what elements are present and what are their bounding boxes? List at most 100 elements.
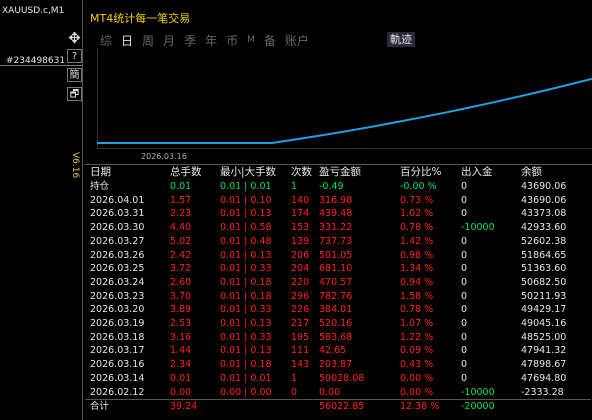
cell-count: 1 <box>291 372 298 384</box>
cell-flow: 0 <box>461 331 468 343</box>
cell-flow: 0 <box>461 263 468 275</box>
cell-minmax: 0.01 | 0.18 <box>220 290 272 302</box>
cell-balance: 42933.60 <box>521 222 567 234</box>
cell-minmax: 0.01 | 0.18 <box>220 276 272 288</box>
table-row: 2026.03.26 2.42 0.01 | 0.13 206 501.05 0.98 %… <box>85 249 591 263</box>
cell-count: 206 <box>291 249 310 261</box>
cell-count: 143 <box>291 359 310 371</box>
tab-5[interactable]: 年 <box>205 32 217 49</box>
cell-lots: 0.01 <box>170 372 192 384</box>
total-label: 合计 <box>85 399 170 415</box>
cell-flow: 0 <box>461 208 468 220</box>
cell-flow: 0 <box>461 276 468 288</box>
window-restore-icon[interactable]: 🗗 <box>67 87 82 101</box>
cell-date: 2026.03.30 <box>90 222 145 234</box>
cell-pct: 0.73 % <box>400 194 434 206</box>
tab-7[interactable]: M <box>247 32 255 49</box>
table-row: 2026.03.18 3.16 0.01 | 0.33 195 583.68 1.22 %… <box>85 331 591 345</box>
cell-pct: 0.43 % <box>400 359 434 371</box>
cell-minmax: 0.01 | 0.33 <box>220 263 272 275</box>
cell-date: 2026.03.16 <box>90 359 145 371</box>
cell-pnl: 316.98 <box>319 194 353 206</box>
tab-9[interactable]: 账户 <box>285 32 309 49</box>
position-count: 1 <box>291 181 298 192</box>
position-row: 持仓 0.01 0.01 | 0.01 1 -0.49 -0.00 % 0 43… <box>85 180 591 194</box>
daily-stats-table: 日期 总手数 最小|大手数 次数 盈亏金额 百分比% 出入金 余额 持仓 0.0… <box>85 165 591 415</box>
help-icon[interactable]: ? <box>67 49 82 63</box>
table-row: 2026.03.31 2.23 0.01 | 0.13 174 439.48 1.02 %… <box>85 207 591 221</box>
total-row: 合计 39.24 56022.85 12.38 % -20000 <box>85 399 591 415</box>
cell-pnl: 470.57 <box>319 276 353 288</box>
column-header: 最小|大手数 <box>220 165 277 178</box>
tab-6[interactable]: 币 <box>226 32 238 49</box>
cell-balance: 51864.65 <box>521 249 567 261</box>
cell-pnl: 737.73 <box>319 235 353 247</box>
tab-4[interactable]: 季 <box>184 32 196 49</box>
cell-flow: 0 <box>461 345 468 357</box>
tab-2[interactable]: 周 <box>142 32 154 49</box>
tab-0[interactable]: 综 <box>100 32 112 49</box>
cell-balance: 48525.00 <box>521 331 567 343</box>
language-toggle-button[interactable]: 簡 <box>67 68 82 82</box>
total-count <box>291 399 319 415</box>
cell-lots: 2.53 <box>170 318 192 330</box>
cell-pnl: 42.65 <box>319 345 347 357</box>
cell-lots: 3.89 <box>170 304 192 316</box>
cell-pct: 0.00 % <box>400 372 434 384</box>
cell-date: 2026.03.14 <box>90 372 145 384</box>
cell-minmax: 0.01 | 0.13 <box>220 318 272 330</box>
cell-pnl: 520.16 <box>319 318 353 330</box>
cell-date: 2026.03.26 <box>90 249 145 261</box>
cell-lots: 0.00 <box>170 386 192 398</box>
cell-pnl: 50028.08 <box>319 372 365 384</box>
cell-pct: 0.78 % <box>400 304 434 316</box>
cell-minmax: 0.01 | 0.13 <box>220 208 272 220</box>
cell-balance: 52602.38 <box>521 235 567 247</box>
cell-flow: 0 <box>461 249 468 261</box>
cell-flow: 0 <box>461 194 468 206</box>
tab-8[interactable]: 备 <box>264 32 276 49</box>
cell-date: 2026.03.24 <box>90 276 145 288</box>
move-icon[interactable]: ✥ <box>67 31 82 46</box>
cell-count: 174 <box>291 208 310 220</box>
cell-date: 2026.03.27 <box>90 235 145 247</box>
track-button[interactable]: 軌迹 <box>387 32 415 47</box>
position-label: 持仓 <box>90 181 110 192</box>
cell-balance: 49429.17 <box>521 304 567 316</box>
cell-pct: 1.22 % <box>400 331 434 343</box>
cell-lots: 4.40 <box>170 222 192 234</box>
tab-1[interactable]: 日 <box>121 32 133 49</box>
column-header: 次数 <box>291 165 312 178</box>
cell-count: 0 <box>291 386 298 398</box>
cell-pct: 1.34 % <box>400 263 434 275</box>
cell-count: 139 <box>291 235 310 247</box>
cell-minmax: 0.01 | 0.01 <box>220 372 272 384</box>
chart-window-pane: XAUUSD.c,M1 #234498631 b... <box>0 0 82 420</box>
cell-pnl: 203.87 <box>319 359 353 371</box>
table-row: 2026.03.24 2.60 0.01 | 0.18 220 470.57 0.94 %… <box>85 276 591 290</box>
cell-minmax: 0.01 | 0.33 <box>220 304 272 316</box>
column-header: 余额 <box>521 165 542 178</box>
cell-count: 153 <box>291 222 310 234</box>
total-pnl: 56022.85 <box>319 399 400 415</box>
table-row: 2026.03.14 0.01 0.01 | 0.01 1 50028.08 0.00 %… <box>85 372 591 386</box>
cell-pct: 1.02 % <box>400 208 434 220</box>
cell-count: 204 <box>291 263 310 275</box>
cell-pnl: 681.10 <box>319 263 353 275</box>
table-row: 2026.03.17 1.44 0.01 | 0.13 111 42.65 0.09 % 0… <box>85 344 591 358</box>
table-row: 2026.03.19 2.53 0.01 | 0.13 217 520.16 1.07 %… <box>85 317 591 331</box>
cell-lots: 3.70 <box>170 290 192 302</box>
cell-lots: 2.60 <box>170 276 192 288</box>
cell-date: 2026.03.23 <box>90 290 145 302</box>
cell-minmax: 0.01 | 0.10 <box>220 194 272 206</box>
tab-3[interactable]: 月 <box>163 32 175 49</box>
cell-lots: 2.23 <box>170 208 192 220</box>
column-header: 百分比% <box>400 165 442 178</box>
cell-date: 2026.03.19 <box>90 318 145 330</box>
cell-minmax: 0.00 | 0.00 <box>220 386 272 398</box>
cell-date: 2026.03.25 <box>90 263 145 275</box>
cell-lots: 2.34 <box>170 359 192 371</box>
cell-date: 2026.02.12 <box>90 386 145 398</box>
cell-pct: 0.98 % <box>400 249 434 261</box>
position-minmax: 0.01 | 0.01 <box>220 181 272 192</box>
